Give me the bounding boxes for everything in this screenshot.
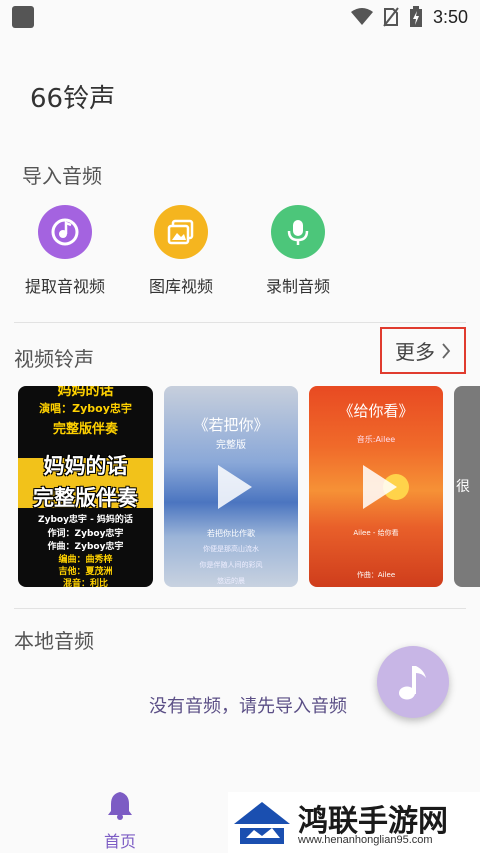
more-button[interactable]: 更多 (380, 327, 466, 374)
card-title-text: 《若把你》 (193, 416, 269, 434)
extract-audio-video-label: 提取音视频 (24, 277, 105, 296)
video-card[interactable]: 很 (454, 386, 480, 587)
video-card[interactable]: 《若把你》 完整版 若把你比作歌 你便是那高山流水 你是伴随人间的彩风 悠远的晨 (164, 386, 298, 587)
card-singer-text: 演唱：Zyboy忠宇 (39, 402, 132, 415)
card-singer-text: 音乐:Ailee (356, 435, 396, 444)
no-sim-icon (383, 7, 399, 27)
divider (14, 322, 466, 323)
status-bar: 3:50 (0, 0, 480, 34)
video-card[interactable]: 《给你看》 音乐:Ailee Ailee - 给你看 作曲：Ailee (309, 386, 443, 587)
extract-audio-video-button[interactable]: 提取音视频 (5, 205, 125, 297)
local-section-title: 本地音频 (14, 629, 94, 653)
gallery-video-icon (154, 205, 208, 259)
music-fab-button[interactable] (377, 646, 449, 718)
record-audio-button[interactable]: 录制音频 (238, 205, 358, 297)
card-title-text: 《给你看》 (338, 402, 414, 420)
watermark-logo (234, 802, 290, 844)
card-lyric: 作曲：Ailee (356, 571, 396, 579)
bell-icon (108, 792, 132, 820)
status-time: 3:50 (432, 6, 468, 27)
card-big-line2: 完整版伴奏 (33, 486, 138, 510)
card-lyric: 你是伴随人间的彩风 (199, 561, 263, 569)
video-card[interactable]: 妈妈的话 演唱：Zyboy忠宇 完整版伴奏 妈妈的话 完整版伴奏 Zyboy忠宇… (18, 386, 153, 587)
microphone-icon (271, 205, 325, 259)
import-section-title: 导入音频 (22, 164, 102, 188)
card-credit: Zyboy忠宇 - 妈妈的话 (38, 515, 133, 525)
extract-audio-video-icon (38, 205, 92, 259)
gallery-video-button[interactable]: 图库视频 (121, 205, 241, 297)
play-icon (363, 464, 397, 509)
chevron-right-icon (442, 342, 451, 359)
card-lyric: 若把你比作歌 (207, 529, 255, 538)
card-subtitle-text: 完整版 (216, 440, 246, 451)
status-icons: 3:50 (350, 4, 468, 30)
nav-home-label: 首页 (103, 832, 136, 851)
card-lyric: 你便是那高山流水 (203, 545, 259, 553)
watermark-url: www.henanhonglian95.com (298, 834, 433, 846)
divider (14, 608, 466, 609)
app-title: 66铃声 (30, 84, 116, 114)
play-icon (218, 464, 252, 509)
video-section-title: 视频铃声 (14, 347, 94, 371)
nav-home-tab[interactable]: 首页 (90, 790, 150, 852)
card-credit: 混音：利比 (62, 579, 108, 587)
card-credit: 作曲：Zyboy忠宇 (47, 542, 124, 552)
watermark: 鸿联手游网 www.henanhonglian95.com (228, 792, 480, 853)
card-lyric: Ailee - 给你看 (353, 529, 399, 537)
music-note-icon (399, 666, 426, 700)
card-credit: 作词：Zyboy忠宇 (47, 529, 124, 539)
video-cards-row: 妈妈的话 演唱：Zyboy忠宇 完整版伴奏 妈妈的话 完整版伴奏 Zyboy忠宇… (0, 386, 480, 588)
card-subtitle-text: 完整版伴奏 (52, 422, 118, 437)
wifi-icon (350, 8, 373, 25)
card-lyric: 悠远的晨 (217, 577, 245, 585)
app-notification-icon (12, 6, 34, 28)
more-label: 更多 (395, 340, 435, 364)
card-title-text: 妈妈的话 (57, 386, 114, 399)
card-title-text: 很 (456, 479, 470, 495)
card-big-line1: 妈妈的话 (43, 454, 128, 478)
gallery-video-label: 图库视频 (148, 277, 213, 296)
record-audio-label: 录制音频 (265, 277, 330, 296)
battery-charging-icon (409, 6, 422, 27)
